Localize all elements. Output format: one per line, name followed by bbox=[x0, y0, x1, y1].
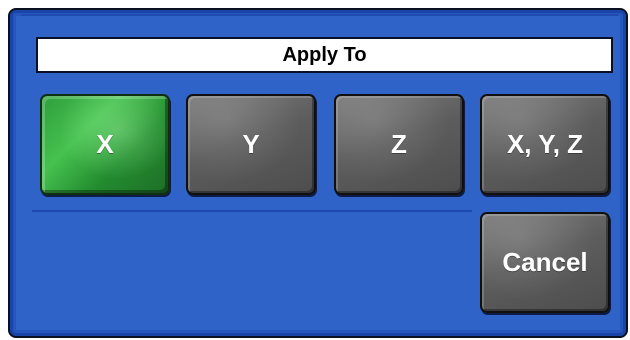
apply-xyz-label: X, Y, Z bbox=[506, 129, 584, 159]
apply-x-button[interactable]: X bbox=[40, 94, 170, 195]
apply-y-label: Y bbox=[242, 129, 260, 159]
apply-x-label: X bbox=[96, 129, 114, 159]
apply-z-label: Z bbox=[391, 129, 407, 159]
cancel-label: Cancel bbox=[502, 247, 588, 277]
dialog-title: Apply To bbox=[36, 37, 613, 73]
cancel-button[interactable]: Cancel bbox=[480, 212, 610, 313]
apply-y-button[interactable]: Y bbox=[186, 94, 316, 195]
apply-to-dialog: Apply To X Y Z X, Y, Z Cancel bbox=[8, 8, 628, 338]
button-row-divider bbox=[32, 210, 472, 212]
dialog-top-border bbox=[22, 14, 618, 16]
apply-z-button[interactable]: Z bbox=[334, 94, 464, 195]
apply-xyz-button[interactable]: X, Y, Z bbox=[480, 94, 610, 195]
